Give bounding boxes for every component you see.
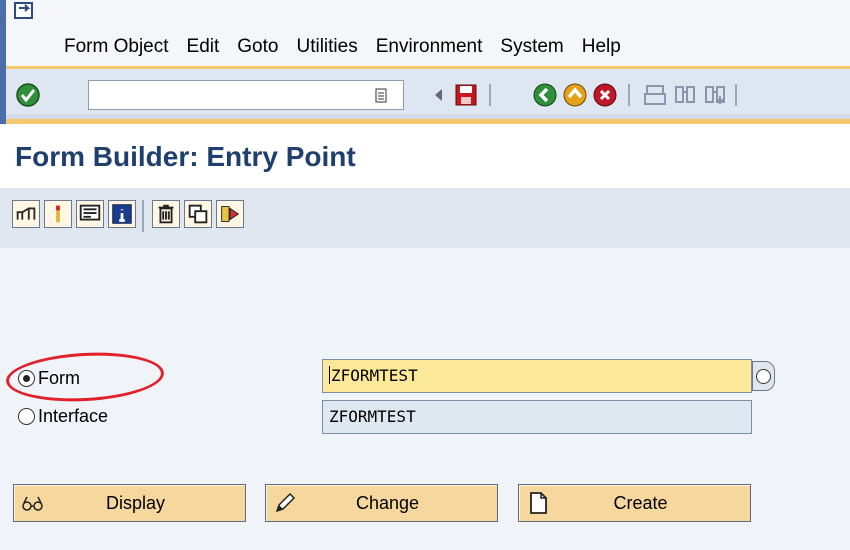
save-icon[interactable] (453, 82, 479, 108)
back-arrow-icon[interactable] (426, 82, 452, 108)
display-button-label: Display (105, 492, 166, 513)
text-cursor (329, 366, 330, 384)
system-menu-icon[interactable] (14, 2, 34, 20)
window-edge (0, 66, 6, 124)
test-icon[interactable] (76, 200, 104, 228)
interface-name-value: ZFORMTEST (329, 407, 416, 426)
toolbar-separator (735, 84, 737, 106)
create-button[interactable]: Create (518, 484, 751, 522)
value-help-icon (756, 368, 771, 384)
interface-radio-option[interactable]: Interface (18, 406, 108, 427)
new-document-icon (525, 490, 551, 516)
pencil-icon (272, 490, 298, 516)
app-toolbar-separator (142, 200, 144, 232)
page-title: Form Builder: Entry Point (15, 141, 356, 172)
menu-system[interactable]: System (500, 36, 563, 58)
toolbar-separator (628, 84, 630, 106)
cancel-icon[interactable] (592, 82, 618, 108)
menu-items: Form Object Edit Goto Utilities Environm… (64, 36, 639, 58)
command-field[interactable] (88, 80, 404, 110)
check-syntax-icon[interactable] (44, 200, 72, 228)
change-button-label: Change (355, 492, 420, 513)
menu-utilities[interactable]: Utilities (296, 36, 357, 58)
display-button[interactable]: Display (13, 484, 246, 522)
delete-icon[interactable] (152, 200, 180, 228)
find-next-icon[interactable] (702, 82, 728, 108)
toolbar-separator (489, 84, 491, 106)
exit-icon[interactable] (562, 82, 588, 108)
value-help-button[interactable] (752, 361, 775, 391)
interface-radio-label: Interface (38, 406, 109, 426)
form-name-value: ZFORMTEST (331, 366, 418, 385)
find-icon[interactable] (672, 82, 698, 108)
change-button[interactable]: Change (265, 484, 498, 522)
create-button-label: Create (613, 492, 668, 513)
rename-icon[interactable] (216, 200, 244, 228)
copy-icon[interactable] (184, 200, 212, 228)
info-icon[interactable] (108, 200, 136, 228)
menu-help[interactable]: Help (582, 36, 621, 58)
back-icon[interactable] (532, 82, 558, 108)
interface-name-field[interactable]: ZFORMTEST (322, 400, 752, 434)
menu-edit[interactable]: Edit (187, 36, 220, 58)
other-object-icon[interactable] (12, 200, 40, 228)
command-history-icon[interactable] (374, 88, 388, 104)
menu-bar: Form Object Edit Goto Utilities Environm… (0, 0, 850, 66)
menu-goto[interactable]: Goto (237, 36, 278, 58)
window-edge (0, 0, 6, 66)
menu-environment[interactable]: Environment (376, 36, 483, 58)
interface-radio-button[interactable] (18, 408, 35, 425)
form-name-field[interactable]: ZFORMTEST (322, 359, 752, 393)
print-icon[interactable] (642, 82, 668, 108)
glasses-icon (20, 490, 46, 516)
enter-check-icon[interactable] (15, 82, 41, 108)
menu-form-object[interactable]: Form Object (64, 36, 169, 58)
